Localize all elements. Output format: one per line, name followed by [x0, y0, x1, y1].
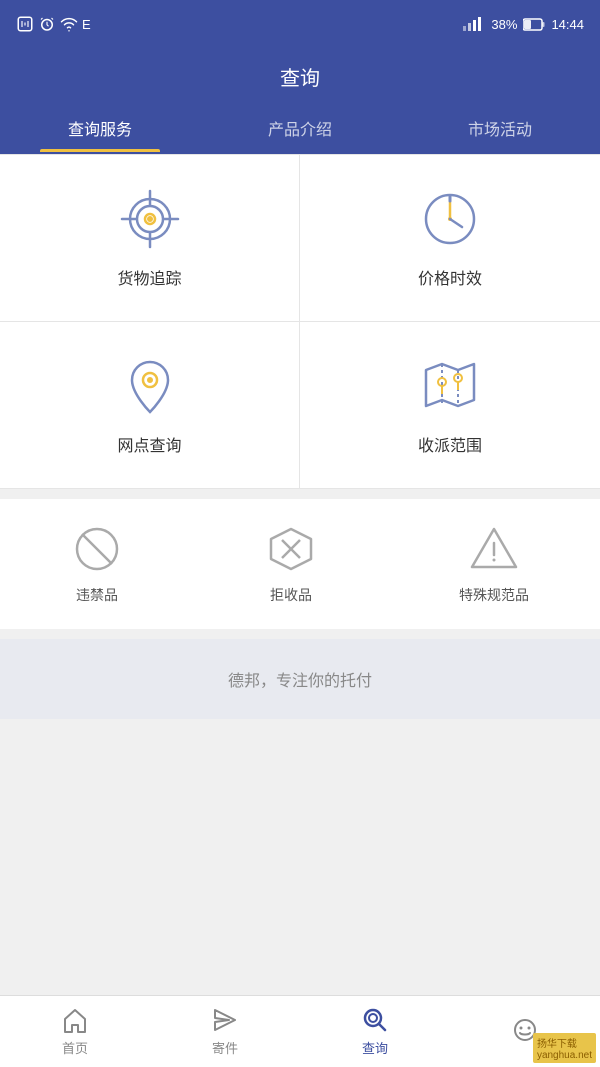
tab-query-service[interactable]: 查询服务 — [0, 104, 200, 152]
rejected-label: 拒收品 — [270, 585, 312, 605]
warning-icon — [468, 523, 520, 575]
tab-market-activity[interactable]: 市场活动 — [400, 104, 600, 152]
nav-home-label: 首页 — [62, 1038, 88, 1057]
special-regulated-item[interactable]: 特殊规范品 — [459, 523, 529, 605]
page-header: 查询 — [0, 48, 600, 104]
network-type: E — [82, 17, 91, 32]
prohibited-label: 违禁品 — [76, 585, 118, 605]
signal-icon — [463, 17, 485, 31]
price-timeliness-item[interactable]: 价格时效 — [300, 155, 600, 322]
clock-icon — [418, 187, 482, 251]
battery-percent: 38% — [491, 17, 517, 32]
slogan-text: 德邦，专注你的托付 — [228, 673, 372, 690]
watermark: 扬华下载 yanghua.net — [533, 1033, 596, 1063]
location-icon — [118, 354, 182, 418]
rejected-icon — [265, 523, 317, 575]
status-right: 38% 14:44 — [463, 17, 584, 32]
outlet-query-label: 网点查询 — [117, 432, 181, 456]
battery-icon — [523, 18, 545, 31]
time-display: 14:44 — [551, 17, 584, 32]
map-icon — [418, 354, 482, 418]
alarm-icon — [38, 15, 56, 33]
slogan-section: 德邦，专注你的托付 — [0, 639, 600, 719]
special-regulated-label: 特殊规范品 — [459, 585, 529, 605]
rejected-item[interactable]: 拒收品 — [265, 523, 317, 605]
home-icon — [61, 1006, 89, 1034]
nav-home[interactable]: 首页 — [0, 996, 150, 1067]
page-title: 查询 — [280, 62, 320, 91]
cargo-tracking-label: 货物追踪 — [117, 265, 181, 289]
main-content: 货物追踪 价格时效 网点查询 — [0, 154, 600, 995]
target-icon — [118, 187, 182, 251]
outlet-query-item[interactable]: 网点查询 — [0, 322, 300, 489]
pickup-range-label: 收派范围 — [418, 432, 482, 456]
nav-query[interactable]: 查询 — [300, 996, 450, 1067]
wifi-icon — [60, 15, 78, 33]
query-icon — [361, 1006, 389, 1034]
nav-query-label: 查询 — [362, 1038, 388, 1057]
send-icon — [211, 1006, 239, 1034]
tab-bar: 查询服务 产品介绍 市场活动 — [0, 104, 600, 154]
nfc-icon — [16, 15, 34, 33]
bottom-nav: 首页 寄件 查询 扬华下载 yanghua.net — [0, 995, 600, 1067]
nav-send[interactable]: 寄件 — [150, 996, 300, 1067]
tab-product-intro[interactable]: 产品介绍 — [200, 104, 400, 152]
status-bar: E 38% 14:44 — [0, 0, 600, 48]
price-timeliness-label: 价格时效 — [418, 265, 482, 289]
service-grid: 货物追踪 价格时效 网点查询 — [0, 154, 600, 489]
nav-send-label: 寄件 — [212, 1038, 238, 1057]
pickup-range-item[interactable]: 收派范围 — [300, 322, 600, 489]
status-left: E — [16, 15, 91, 33]
cargo-tracking-item[interactable]: 货物追踪 — [0, 155, 300, 322]
info-section: 违禁品 拒收品 特殊规范品 — [0, 499, 600, 629]
prohibited-icon — [71, 523, 123, 575]
prohibited-item[interactable]: 违禁品 — [71, 523, 123, 605]
